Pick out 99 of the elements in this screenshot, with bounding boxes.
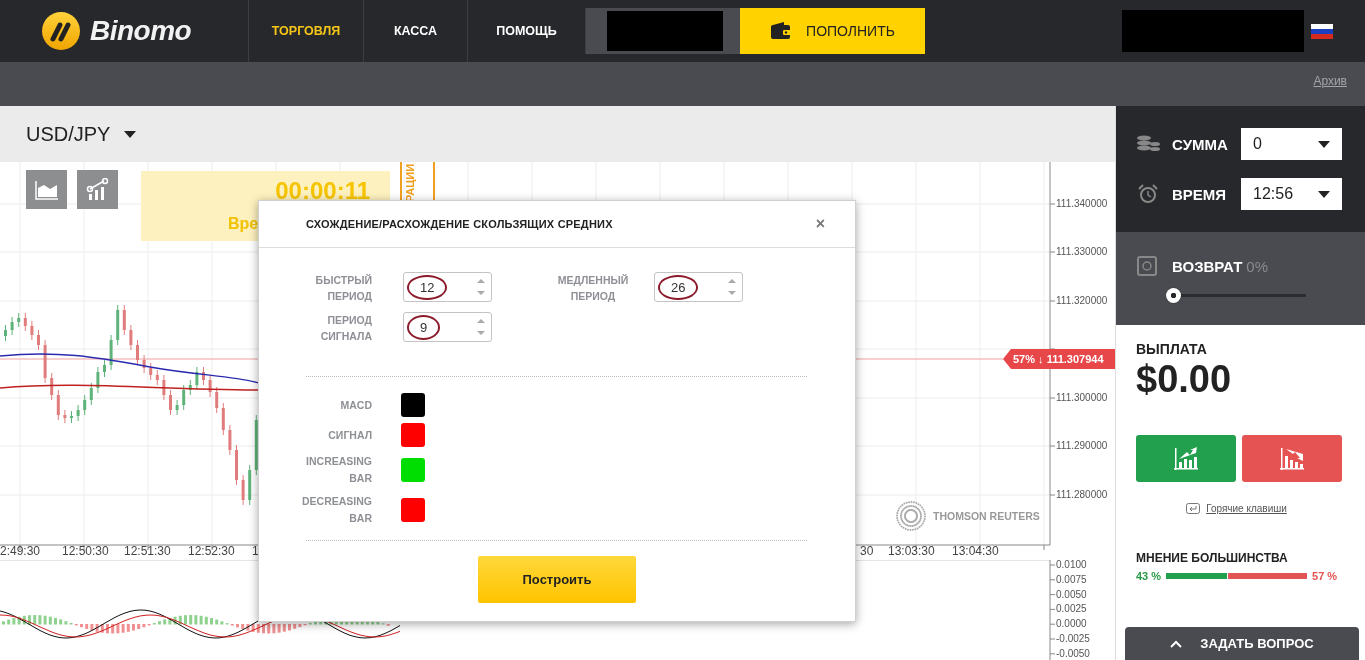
histogram-bar (158, 621, 161, 625)
color-label: СИГНАЛ (327, 427, 372, 443)
safe-icon (1136, 256, 1160, 276)
payout-label: ВЫПЛАТА (1136, 341, 1208, 357)
field-label: БЫСТРЫЙ ПЕРИОД (314, 273, 372, 304)
time-tick: 12:50:30 (62, 544, 109, 558)
time-tick: 1 (252, 544, 259, 558)
macd-tick: -0.0050 (1056, 647, 1090, 659)
histogram-bar (314, 621, 317, 625)
down-percent: 57 % (1312, 570, 1338, 582)
source-logo-text: THOMSON REUTERS (933, 510, 1040, 522)
field-label: СУММА (1172, 135, 1229, 153)
number-field[interactable]: 9 (403, 312, 492, 342)
macd-tick: -0.0025 (1056, 633, 1090, 644)
time-tick: 12:51:30 (124, 544, 171, 558)
macd-tick: 0.0000 (1056, 618, 1087, 630)
hotkeys-link[interactable]: Горячие клавиши (1206, 503, 1287, 514)
trend-down-chart-icon (1279, 445, 1305, 472)
caret-icon (1318, 140, 1330, 148)
russian-flag-icon (1311, 23, 1333, 39)
price-tick: 111.300000 (1056, 392, 1108, 403)
color-swatch[interactable] (401, 458, 425, 482)
spinner-arrows-icon[interactable] (477, 278, 485, 296)
logo-icon (42, 12, 80, 50)
chevron-up-icon (1170, 639, 1183, 648)
color-swatch[interactable] (401, 423, 425, 447)
refund-percent: 0% (1246, 257, 1268, 275)
field-label: МЕДЛЕННЫЙ ПЕРИОД (556, 273, 630, 304)
dropdown-select[interactable]: 0 (1241, 128, 1342, 160)
histogram-bar (288, 624, 291, 631)
annotation-ellipse (407, 314, 441, 340)
macd-tick: 0.0075 (1056, 573, 1087, 585)
histogram-bar (210, 618, 213, 625)
histogram-bar (132, 624, 135, 631)
slider-thumb[interactable] (1166, 288, 1181, 303)
coins-icon (1136, 135, 1160, 153)
trend-up-chart-icon (1173, 445, 1199, 472)
time-tick: 13:03:30 (888, 544, 935, 558)
color-swatch[interactable] (401, 393, 425, 417)
indicators-button[interactable] (77, 170, 118, 209)
price-tick: 111.330000 (1056, 246, 1108, 257)
annotation-ellipse (407, 274, 448, 300)
keyboard-key-icon (1186, 503, 1201, 514)
price-tick: 111.320000 (1056, 295, 1108, 306)
put-button[interactable] (1242, 435, 1342, 482)
caret-icon (1318, 190, 1330, 198)
price-tick: 111.290000 (1056, 440, 1108, 451)
histogram-bar (106, 624, 109, 634)
histogram-bar (184, 615, 187, 625)
histogram-bar (28, 615, 31, 625)
color-label: INCREASING BAR (305, 454, 372, 486)
timer-value: 00:00:11 (275, 177, 370, 205)
asset-name[interactable]: USD/JPY (26, 122, 111, 146)
close-button[interactable]: × (811, 215, 829, 233)
histogram-bar (262, 624, 265, 634)
histogram-bar (80, 624, 83, 628)
area-chart-icon (34, 179, 59, 200)
caret-icon (124, 130, 137, 138)
time-tick: 2:49:30 (0, 544, 41, 558)
number-field[interactable]: 12 (403, 272, 492, 302)
price-tick: 111.340000 (1056, 198, 1108, 209)
deposit-button[interactable]: ПОПОЛНИТЬ (740, 8, 925, 54)
histogram-bar (236, 624, 239, 628)
area-chart-button[interactable] (26, 170, 67, 209)
annotation-ellipse (658, 274, 699, 300)
time-tick: 13:04:30 (952, 544, 999, 558)
up-percent: 43 % (1136, 570, 1162, 582)
spinner-arrows-icon[interactable] (728, 278, 736, 296)
macd-tick: 0.0100 (1056, 559, 1087, 570)
field-label: ПЕРИОД СИГНАЛА (319, 313, 372, 344)
color-label: MACD (339, 397, 372, 413)
dialog-title: СХОЖДЕНИЕ/РАСХОЖДЕНИЕ СКОЛЬЗЯЩИХ СРЕДНИХ (306, 218, 613, 230)
archive-link[interactable]: Архив (1313, 74, 1347, 88)
call-button[interactable] (1136, 435, 1236, 482)
alarm-clock-icon (1136, 184, 1160, 204)
build-button[interactable]: Построить (478, 556, 636, 603)
histogram-bar (2, 621, 5, 625)
dotted-sphere-icon (895, 500, 927, 532)
ask-question-button[interactable]: ЗАДАТЬ ВОПРОС (1125, 627, 1359, 660)
macd-tick: 0.0050 (1056, 588, 1087, 600)
logo-text: Binomo (90, 15, 192, 47)
wallet-icon (770, 22, 793, 40)
time-tick: 30 (860, 544, 874, 558)
number-field[interactable]: 26 (654, 272, 743, 302)
majority-title: МНЕНИЕ БОЛЬШИНСТВА (1136, 551, 1289, 565)
field-label: ВРЕМЯ (1172, 185, 1228, 203)
price-tick: 111.280000 (1056, 489, 1108, 500)
payout-value: $0.00 (1136, 357, 1233, 401)
indicator-chart-icon (85, 177, 110, 202)
timer-caption: Вре (228, 215, 259, 233)
time-tick: 12:52:30 (188, 544, 235, 558)
spinner-arrows-icon[interactable] (477, 318, 485, 336)
macd-tick: 0.0025 (1056, 603, 1087, 615)
refund-label: ВОЗВРАТ (1172, 257, 1243, 275)
price-tag: 57% ↓ 111.307944 (1003, 349, 1115, 369)
dropdown-select[interactable]: 12:56 (1241, 178, 1342, 210)
color-label: DECREASING BAR (301, 494, 372, 526)
histogram-bar (54, 617, 57, 625)
color-swatch[interactable] (401, 498, 425, 522)
